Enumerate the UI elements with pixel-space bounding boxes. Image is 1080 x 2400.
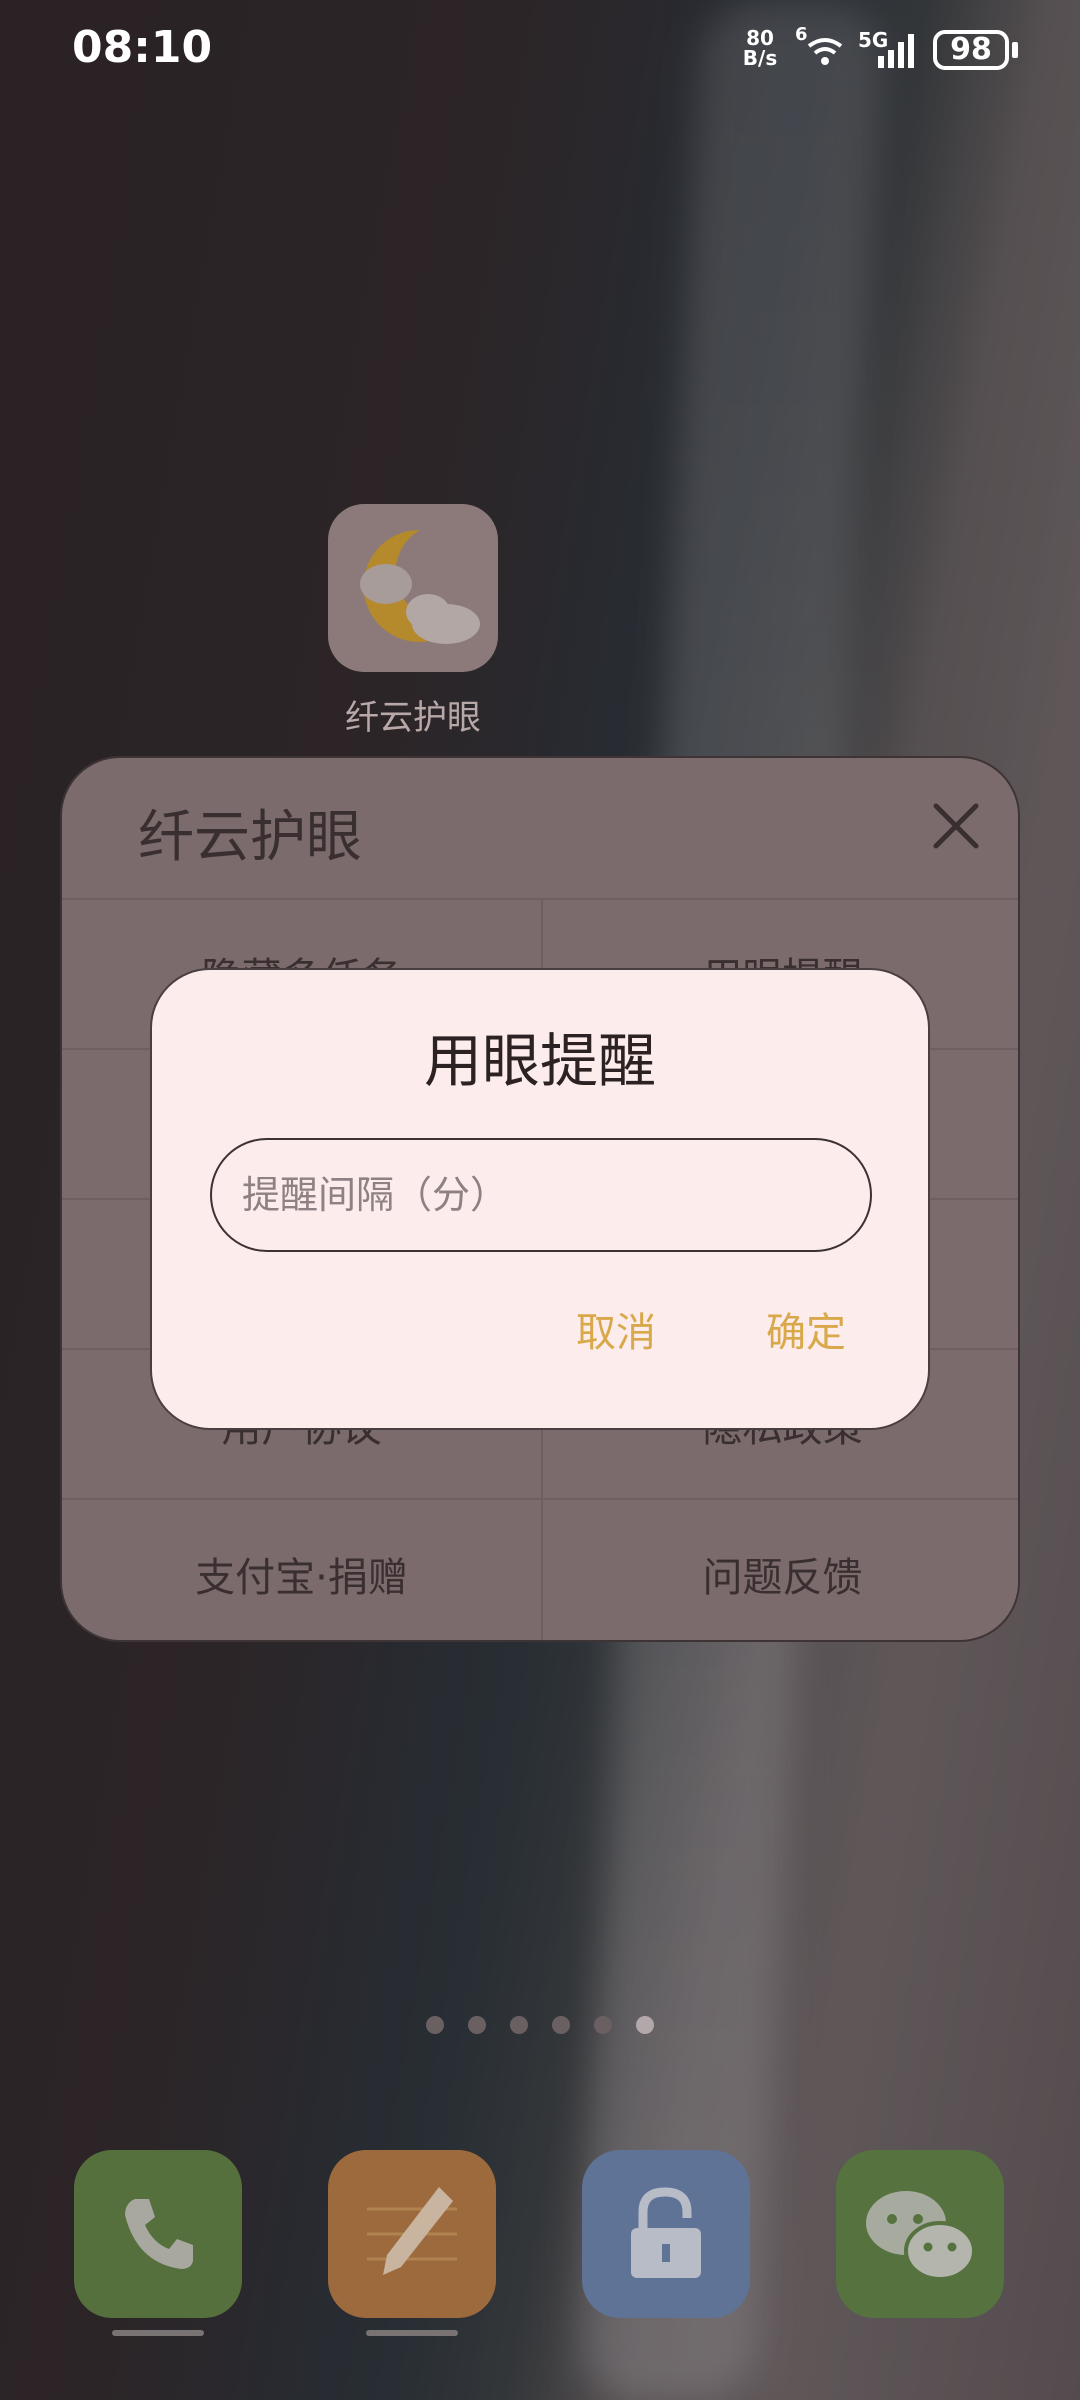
app-label: 纤云护眼 <box>345 698 481 738</box>
page-dot[interactable] <box>510 2016 528 2034</box>
cancel-button[interactable]: 取消 <box>576 1300 656 1358</box>
dock-app-lock[interactable] <box>582 2150 750 2318</box>
status-bar: 08:10 80 B/s 6 5G 98 <box>0 0 1080 100</box>
confirm-button[interactable]: 确定 <box>766 1300 846 1358</box>
page-dot[interactable] <box>594 2016 612 2034</box>
moon-cloud-icon <box>360 529 480 644</box>
status-time: 08:10 <box>72 22 213 73</box>
signal-icon <box>878 34 914 68</box>
battery-tip <box>1012 42 1018 58</box>
menu-title: 纤云护眼 <box>138 805 362 870</box>
reminder-interval-input[interactable] <box>210 1138 872 1252</box>
dock-notes[interactable] <box>328 2150 496 2318</box>
lock-icon <box>631 2187 701 2278</box>
menu-row: 支付宝·捐赠 问题反馈 <box>62 1498 1018 1640</box>
eye-reminder-dialog: 用眼提醒 取消 确定 <box>150 968 930 1430</box>
page-indicator <box>426 2016 654 2034</box>
menu-item-feedback[interactable]: 问题反馈 <box>543 1500 1018 1640</box>
net-speed: 80 B/s <box>740 28 780 68</box>
dialog-title: 用眼提醒 <box>423 1027 656 1095</box>
dock-wechat[interactable] <box>836 2150 1004 2318</box>
menu-item-alipay-donate[interactable]: 支付宝·捐赠 <box>62 1500 543 1640</box>
dock-phone[interactable] <box>74 2150 242 2318</box>
page-dot-active[interactable] <box>636 2016 654 2034</box>
close-icon[interactable] <box>928 798 984 854</box>
wifi-icon <box>807 38 843 65</box>
battery-indicator: 98 <box>933 30 1009 70</box>
net-speed-value: 80 <box>746 26 774 50</box>
net-speed-unit: B/s <box>742 46 778 70</box>
page-dot[interactable] <box>426 2016 444 2034</box>
page-dot[interactable] <box>552 2016 570 2034</box>
notes-icon <box>367 2187 457 2275</box>
app-icon-xianyun[interactable] <box>328 504 498 672</box>
phone-icon <box>125 2199 193 2269</box>
wechat-icon <box>866 2191 976 2281</box>
page-dot[interactable] <box>468 2016 486 2034</box>
dock-indicator <box>366 2330 458 2336</box>
dock-indicator <box>112 2330 204 2336</box>
